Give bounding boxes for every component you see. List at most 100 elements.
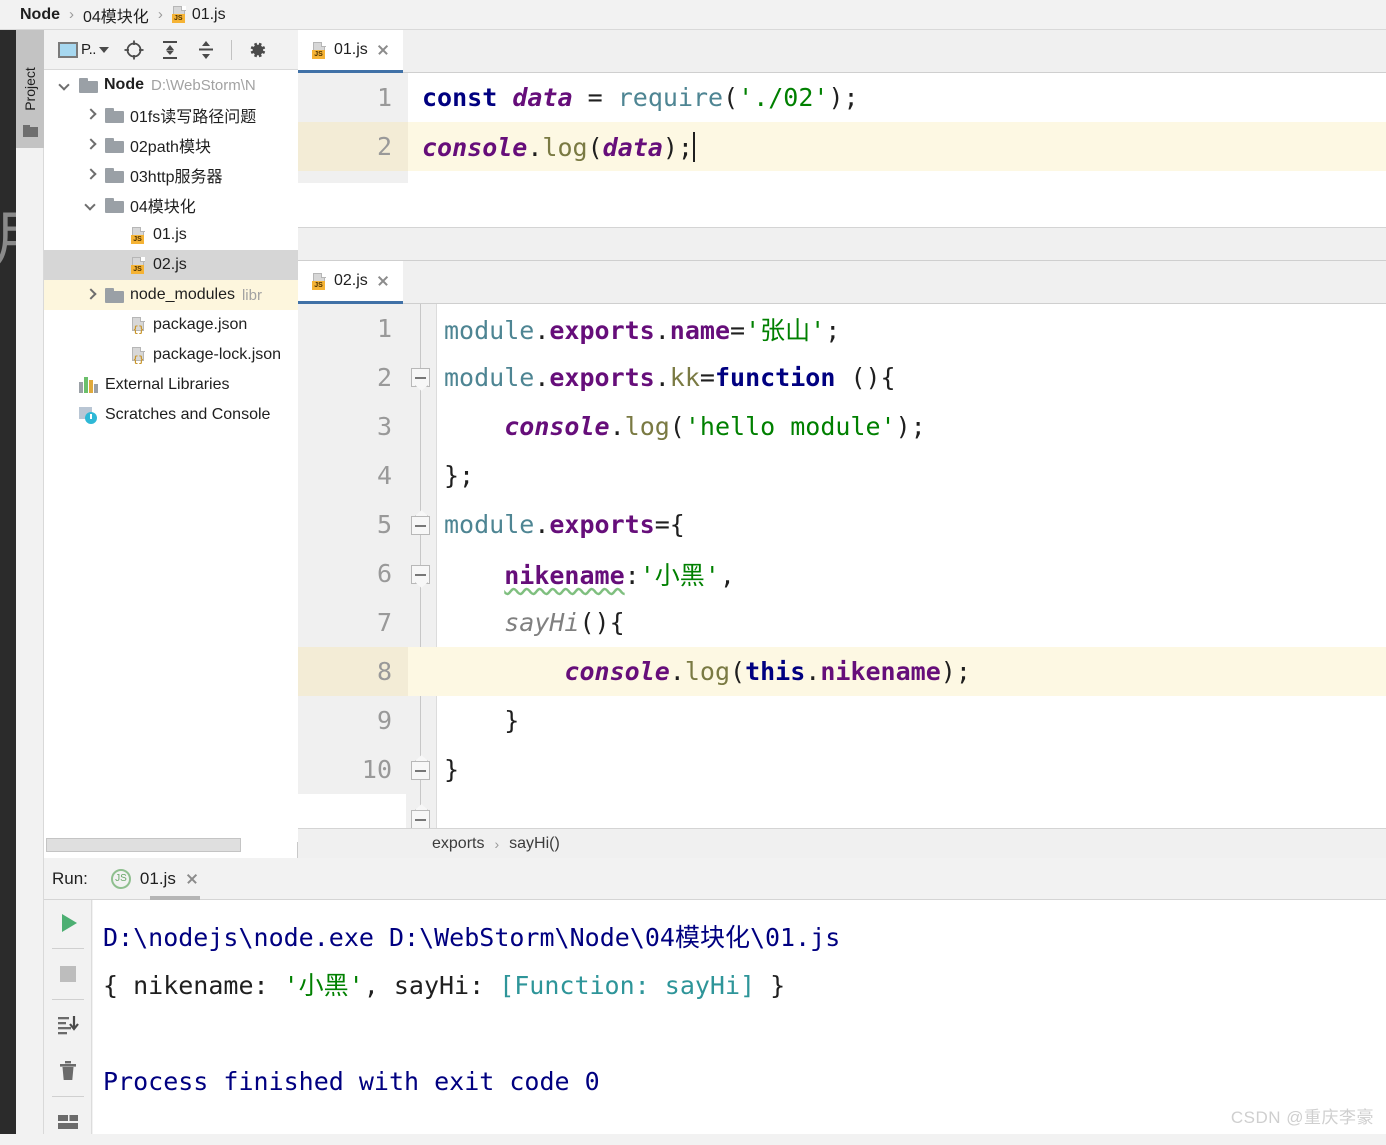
editor-area: JS 01.js 1 const data = require('./02');… bbox=[298, 30, 1386, 858]
project-tree[interactable]: Node D:\WebStorm\N 01fs读写路径问题 02path模块 03htt… bbox=[44, 70, 298, 842]
structure-crumb-exports[interactable]: exports bbox=[432, 835, 484, 853]
code-text: console.log(this.nikename); bbox=[564, 657, 971, 686]
code-line[interactable]: 9 } bbox=[298, 696, 1386, 745]
code-line[interactable]: 4}; bbox=[298, 451, 1386, 500]
stop-icon[interactable] bbox=[44, 951, 92, 997]
code-line[interactable]: 1 const data = require('./02'); bbox=[298, 73, 1386, 122]
console-line-command: D:\nodejs\node.exe D:\WebStorm\Node\04模块… bbox=[103, 923, 841, 952]
line-number: 6 bbox=[298, 549, 408, 598]
folder-icon bbox=[105, 167, 124, 183]
editor-code-bottom[interactable]: 1 module.exports.name='张山'; 2 module.export… bbox=[298, 304, 1386, 828]
console-result-open: { nikename: bbox=[103, 971, 284, 1000]
code-line-empty[interactable] bbox=[298, 171, 1386, 183]
text-caret bbox=[692, 131, 695, 162]
folder-icon bbox=[105, 197, 124, 213]
tree-item[interactable]: 01fs读写路径问题 bbox=[44, 100, 298, 130]
tree-item[interactable]: JS 01.js bbox=[44, 220, 298, 250]
trash-icon[interactable] bbox=[44, 1048, 92, 1094]
breadcrumb-folder[interactable]: 04模块化 bbox=[83, 3, 149, 27]
collapse-all-icon[interactable] bbox=[195, 39, 217, 61]
toolbar-divider bbox=[230, 39, 232, 60]
console-line-result: { nikename: '小黑', sayHi: [Function: sayH… bbox=[103, 962, 1386, 1010]
code-line[interactable]: 1 module.exports.name='张山'; bbox=[298, 304, 1386, 353]
editor-tab-01js[interactable]: JS 01.js bbox=[298, 30, 403, 73]
code-line[interactable]: 3 console.log('hello module'); bbox=[298, 402, 1386, 451]
breadcrumb-separator-1: › bbox=[69, 6, 74, 23]
line-number: 3 bbox=[298, 402, 408, 451]
tree-item[interactable]: External Libraries bbox=[44, 370, 298, 400]
js-file-icon: JS bbox=[131, 226, 146, 244]
tree-item-subtitle: D:\WebStorm\N bbox=[151, 76, 256, 94]
tree-item[interactable]: {} package.json bbox=[44, 310, 298, 340]
code-line[interactable]: 6 nikename:'小黑', bbox=[298, 549, 1386, 598]
tree-arrow-placeholder bbox=[58, 408, 72, 422]
chevron-down-icon[interactable] bbox=[58, 78, 72, 92]
tool-tab-project-label: Project bbox=[22, 67, 39, 111]
code-line[interactable]: 7 sayHi(){ bbox=[298, 598, 1386, 647]
code-line[interactable]: 5 module.exports={ bbox=[298, 500, 1386, 549]
tool-window-strip: Project bbox=[16, 30, 44, 1134]
code-text: nikename:'小黑', bbox=[504, 560, 735, 590]
tree-item[interactable]: 03http服务器 bbox=[44, 160, 298, 190]
code-line[interactable]: 2 module.exports.kk=function (){ bbox=[298, 353, 1386, 402]
code-text: module.exports={ bbox=[444, 510, 685, 539]
chevron-right-icon[interactable] bbox=[84, 138, 98, 152]
run-icon[interactable] bbox=[44, 900, 92, 946]
editor-tab-02js[interactable]: JS 02.js bbox=[298, 261, 403, 304]
scroll-to-end-icon[interactable] bbox=[44, 1002, 92, 1048]
code-line[interactable]: 8 console.log(this.nikename); bbox=[298, 647, 1386, 696]
tree-item[interactable]: Node D:\WebStorm\N bbox=[44, 70, 298, 100]
tree-arrow-placeholder bbox=[110, 258, 124, 272]
chevron-down-icon[interactable] bbox=[84, 198, 98, 212]
breadcrumb-separator-2: › bbox=[157, 6, 163, 23]
chevron-right-icon[interactable] bbox=[84, 108, 98, 122]
editor-splitter[interactable] bbox=[298, 227, 1386, 261]
close-icon[interactable] bbox=[375, 273, 391, 289]
tree-item-label: 01.js bbox=[153, 226, 187, 243]
tree-item[interactable]: 02path模块 bbox=[44, 130, 298, 160]
expand-all-icon[interactable] bbox=[159, 39, 181, 61]
tree-item[interactable]: 04模块化 bbox=[44, 190, 298, 220]
close-icon[interactable] bbox=[375, 42, 391, 58]
locate-icon[interactable] bbox=[123, 39, 145, 61]
code-text: module.exports.name='张山'; bbox=[444, 315, 841, 345]
tree-item[interactable]: JS 02.js bbox=[44, 250, 298, 280]
line-number: 2 bbox=[298, 353, 408, 402]
breadcrumb: Node › 04模块化 › JS 01.js bbox=[0, 0, 1386, 30]
close-icon[interactable] bbox=[184, 871, 200, 887]
run-configuration-tab[interactable]: JS 01.js bbox=[104, 858, 206, 900]
chevron-right-icon[interactable] bbox=[84, 288, 98, 302]
code-text: }; bbox=[444, 461, 475, 490]
tree-item-label: 02path模块 bbox=[130, 139, 211, 156]
tree-item-label: node_modules bbox=[130, 286, 235, 303]
fold-marker[interactable] bbox=[411, 810, 430, 828]
structure-crumb-separator: › bbox=[494, 835, 500, 852]
structure-crumb-sayhi[interactable]: sayHi() bbox=[509, 835, 560, 853]
code-text: sayHi(){ bbox=[504, 608, 625, 637]
gear-icon[interactable] bbox=[246, 39, 268, 61]
tree-item[interactable]: Scratches and Console bbox=[44, 400, 298, 430]
folder-icon bbox=[105, 287, 124, 303]
tree-item-label: Scratches and Console bbox=[105, 406, 271, 423]
code-line[interactable]: 10} bbox=[298, 745, 1386, 794]
breadcrumb-project[interactable]: Node bbox=[20, 6, 60, 24]
breadcrumb-file[interactable]: 01.js bbox=[192, 6, 226, 24]
sidebar-divider bbox=[51, 1096, 84, 1097]
folder-icon bbox=[105, 137, 124, 153]
tree-item[interactable]: {} package-lock.json bbox=[44, 340, 298, 370]
editor-code-top[interactable]: 1 const data = require('./02'); 2 consol… bbox=[298, 73, 1386, 183]
code-text: } bbox=[504, 706, 520, 735]
layout-icon[interactable] bbox=[44, 1099, 92, 1145]
editor-pane-bottom: JS 02.js 1 module.exports.name='张山'; 2 modu… bbox=[298, 261, 1386, 858]
tree-item-label: 03http服务器 bbox=[130, 169, 223, 186]
console-output[interactable]: D:\nodejs\node.exe D:\WebStorm\Node\04模块… bbox=[93, 900, 1386, 1134]
code-line[interactable]: 2 console.log(data); bbox=[298, 122, 1386, 171]
tree-item[interactable]: node_modules libr bbox=[44, 280, 298, 310]
project-tree-horizontal-scrollbar[interactable] bbox=[46, 838, 241, 852]
folder-icon bbox=[105, 107, 124, 123]
editor-tab-label: 02.js bbox=[334, 272, 368, 289]
line-number: 10 bbox=[298, 745, 408, 794]
project-view-selector[interactable]: P.. bbox=[58, 41, 109, 58]
chevron-right-icon[interactable] bbox=[84, 168, 98, 182]
